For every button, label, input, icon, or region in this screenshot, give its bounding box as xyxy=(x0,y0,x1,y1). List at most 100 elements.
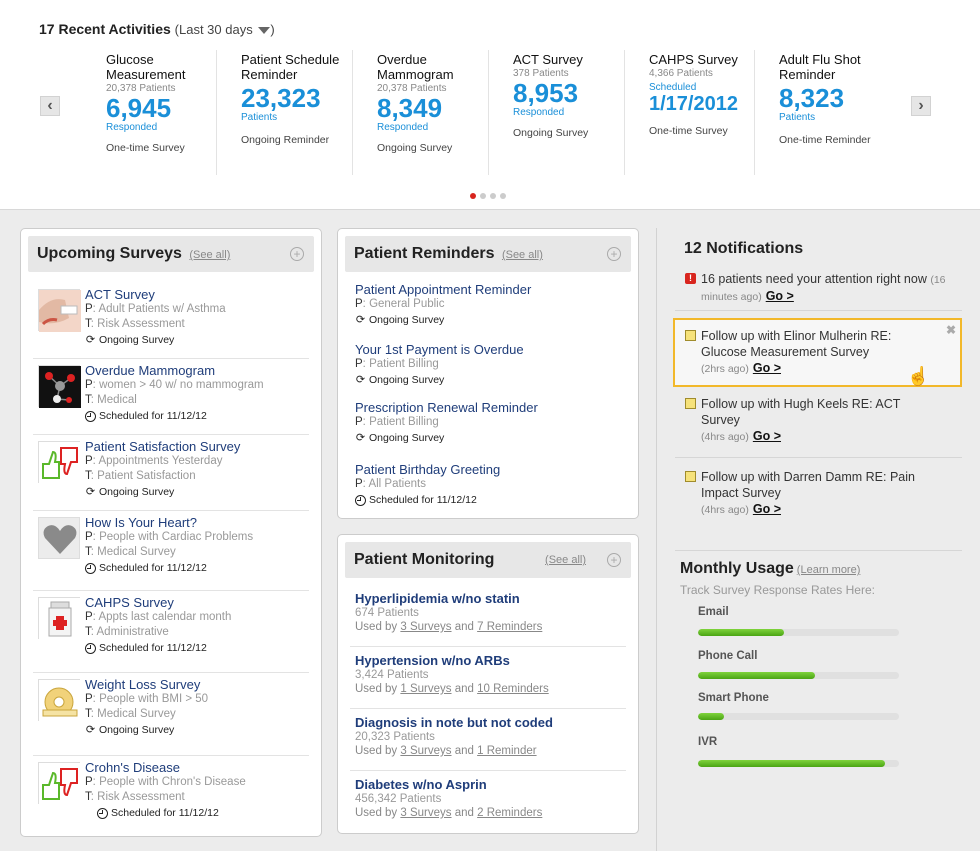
list-item[interactable]: Overdue Mammogram P: women > 40 w/ no ma… xyxy=(33,359,309,435)
add-icon[interactable]: + xyxy=(607,553,621,567)
go-link[interactable]: Go > xyxy=(753,429,781,443)
monitor-name-link[interactable]: Hyperlipidemia w/no statin xyxy=(355,591,621,606)
survey-name-link[interactable]: Weight Loss Survey xyxy=(85,677,309,692)
notification-text: Follow up with Hugh Keels RE: ACT Survey xyxy=(701,397,901,427)
heart-icon xyxy=(38,517,80,559)
reminder-name-link[interactable]: Your 1st Payment is Overdue xyxy=(355,342,621,357)
survey-type: Patient Satisfaction xyxy=(97,470,196,482)
notification-text: 16 patients need your attention right no… xyxy=(701,272,927,286)
activity-type: One-time Survey xyxy=(649,125,728,137)
carousel-dot[interactable] xyxy=(480,193,486,199)
surveys-link[interactable]: 1 Surveys xyxy=(400,683,451,695)
usage-bar-label: Email xyxy=(698,606,729,618)
carousel-next-button[interactable]: › xyxy=(911,96,931,116)
list-item[interactable]: Weight Loss Survey P: People with BMI > … xyxy=(33,673,309,756)
list-item[interactable]: Hyperlipidemia w/no statin 674 Patients … xyxy=(350,585,626,647)
see-all-link[interactable]: (See all) xyxy=(189,249,230,261)
list-item[interactable]: Your 1st Payment is Overdue P: Patient B… xyxy=(355,334,621,392)
list-item[interactable]: Prescription Renewal Reminder P: Patient… xyxy=(355,392,621,454)
carousel-dot[interactable] xyxy=(490,193,496,199)
list-item[interactable]: Patient Birthday Greeting P: All Patient… xyxy=(355,454,621,514)
list-item[interactable]: How Is Your Heart? P: People with Cardia… xyxy=(33,511,309,591)
notification-item[interactable]: Follow up with Darren Damm RE: Pain Impa… xyxy=(675,469,962,551)
list-item[interactable]: Diagnosis in note but not coded 20,323 P… xyxy=(350,709,626,771)
notification-item[interactable]: ! 16 patients need your attention right … xyxy=(675,271,962,311)
panel-header: Patient Reminders (See all) + xyxy=(345,236,631,272)
go-link[interactable]: Go > xyxy=(766,289,794,303)
carousel-prev-button[interactable]: ‹ xyxy=(40,96,60,116)
panel-title: Patient Reminders xyxy=(354,245,495,262)
surveys-link[interactable]: 3 Surveys xyxy=(400,745,451,757)
notification-text: Follow up with Elinor Mulherin RE: Gluco… xyxy=(701,329,892,359)
close-icon[interactable]: ✖ xyxy=(946,322,956,338)
monitor-name-link[interactable]: Diagnosis in note but not coded xyxy=(355,715,621,730)
activity-card[interactable]: Patient Schedule Reminder 23,323 Patient… xyxy=(216,50,352,175)
survey-name-link[interactable]: Overdue Mammogram xyxy=(85,363,309,378)
see-all-link[interactable]: (See all) xyxy=(502,249,543,261)
monitoring-list: Hyperlipidemia w/no statin 674 Patients … xyxy=(338,578,638,833)
go-link[interactable]: Go > xyxy=(753,361,781,375)
list-item[interactable]: ACT Survey P: Adult Patients w/ Asthma T… xyxy=(33,283,309,359)
survey-list: ACT Survey P: Adult Patients w/ Asthma T… xyxy=(21,272,321,832)
list-item[interactable]: Diabetes w/no Asprin 456,342 Patients Us… xyxy=(350,771,626,833)
see-all-link[interactable]: (See all) xyxy=(545,542,586,578)
activity-card[interactable]: Glucose Measurement 20,378 Patients 6,94… xyxy=(82,50,216,175)
activity-card[interactable]: CAHPS Survey 4,366 Patients Scheduled 1/… xyxy=(624,50,754,175)
activity-card[interactable]: ACT Survey 378 Patients 8,953 Responded … xyxy=(488,50,624,175)
reminder-status: Ongoing Survey xyxy=(369,314,445,326)
activity-type: Ongoing Survey xyxy=(513,127,589,139)
recent-activities-title: 17 Recent Activities (Last 30 days ) xyxy=(39,21,275,37)
activity-card[interactable]: Adult Flu Shot Reminder 8,323 Patients O… xyxy=(754,50,872,175)
list-item[interactable]: Crohn's Disease P: People with Chron's D… xyxy=(33,756,309,832)
add-icon[interactable]: + xyxy=(290,247,304,261)
survey-name-link[interactable]: ACT Survey xyxy=(85,287,309,302)
survey-status: Scheduled for 11/12/12 xyxy=(99,562,207,574)
clock-icon xyxy=(97,807,108,819)
notification-time: (4hrs ago) xyxy=(701,431,749,443)
activity-card[interactable]: Overdue Mammogram 20,378 Patients 8,349 … xyxy=(352,50,488,175)
surveys-link[interactable]: 3 Surveys xyxy=(400,621,451,633)
go-link[interactable]: Go > xyxy=(753,502,781,516)
chevron-down-icon[interactable] xyxy=(258,27,271,35)
survey-name-link[interactable]: CAHPS Survey xyxy=(85,595,309,610)
list-item[interactable]: Patient Appointment Reminder P: General … xyxy=(355,274,621,334)
activity-name: Adult Flu Shot Reminder xyxy=(779,52,861,82)
note-icon xyxy=(685,398,696,409)
usage-bar-fill xyxy=(698,760,885,767)
survey-type: Medical Survey xyxy=(97,708,176,720)
monitor-name-link[interactable]: Hypertension w/no ARBs xyxy=(355,653,621,668)
survey-name-link[interactable]: Crohn's Disease xyxy=(85,760,309,775)
survey-status: Ongoing Survey xyxy=(99,334,175,346)
reminders-link[interactable]: 1 Reminder xyxy=(477,745,536,757)
notification-item[interactable]: Follow up with Hugh Keels RE: ACT Survey… xyxy=(675,396,962,458)
reminder-name-link[interactable]: Prescription Renewal Reminder xyxy=(355,400,621,415)
clock-icon xyxy=(355,494,366,506)
notification-time: (4hrs ago) xyxy=(701,504,749,516)
surveys-link[interactable]: 3 Surveys xyxy=(400,807,451,819)
chevron-left-icon[interactable]: ‹ xyxy=(47,97,52,114)
reminders-link[interactable]: 7 Reminders xyxy=(477,621,542,633)
reminders-link[interactable]: 10 Reminders xyxy=(477,683,549,695)
reminder-name-link[interactable]: Patient Appointment Reminder xyxy=(355,282,621,297)
list-item[interactable]: CAHPS Survey P: Appts last calendar mont… xyxy=(33,591,309,673)
reminder-status: Ongoing Survey xyxy=(369,374,445,386)
list-item[interactable]: Hypertension w/no ARBs 3,424 Patients Us… xyxy=(350,647,626,709)
date-range-dropdown[interactable]: (Last 30 days ) xyxy=(175,22,275,37)
right-column: 12 Notifications ! 16 patients need your… xyxy=(656,228,980,851)
carousel-dot[interactable] xyxy=(500,193,506,199)
survey-name-link[interactable]: How Is Your Heart? xyxy=(85,515,309,530)
reminders-link[interactable]: 2 Reminders xyxy=(477,807,542,819)
survey-status: Ongoing Survey xyxy=(99,486,175,498)
activity-patients: 4,366 Patients xyxy=(649,68,713,79)
learn-more-link[interactable]: (Learn more) xyxy=(797,564,861,576)
monitor-name-link[interactable]: Diabetes w/no Asprin xyxy=(355,777,621,792)
reminder-name-link[interactable]: Patient Birthday Greeting xyxy=(355,462,621,477)
chevron-right-icon[interactable]: › xyxy=(918,97,923,114)
carousel-dot[interactable] xyxy=(470,193,476,199)
add-icon[interactable]: + xyxy=(607,247,621,261)
survey-status: Scheduled for 11/12/12 xyxy=(99,410,207,422)
usage-bar xyxy=(698,629,899,636)
list-item[interactable]: Patient Satisfaction Survey P: Appointme… xyxy=(33,435,309,511)
survey-name-link[interactable]: Patient Satisfaction Survey xyxy=(85,439,309,454)
survey-population: Adult Patients w/ Asthma xyxy=(98,303,226,315)
